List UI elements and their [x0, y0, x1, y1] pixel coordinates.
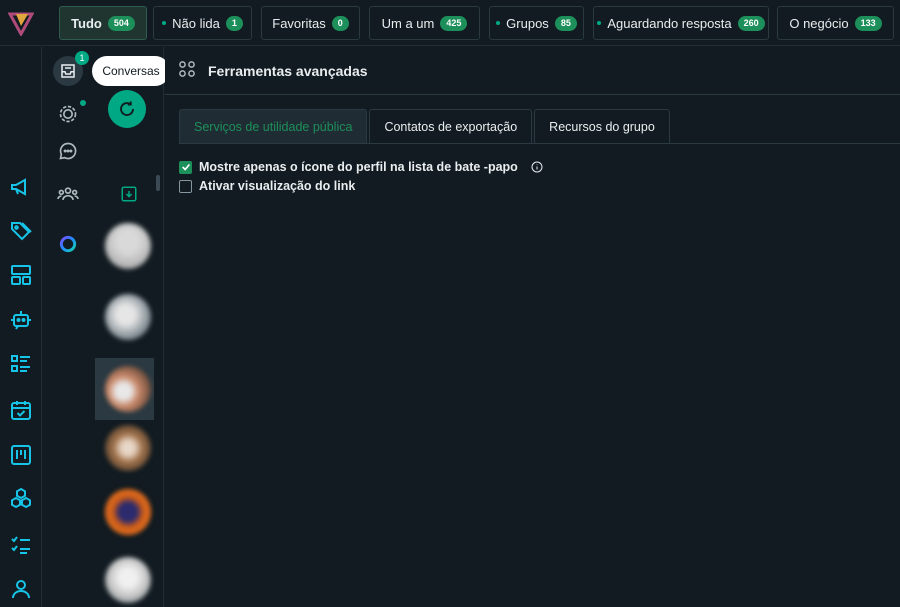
avatar[interactable]	[105, 294, 151, 340]
meta-ai-button[interactable]	[54, 230, 82, 258]
tab-recursos[interactable]: Recursos do grupo	[534, 109, 670, 143]
refresh-icon	[120, 101, 134, 116]
people-icon	[57, 187, 79, 200]
filter-tab-label: Um a um	[381, 15, 435, 31]
filter-tab-label: Não lida	[172, 15, 220, 31]
count-badge: 133	[854, 15, 882, 31]
cubes-icon[interactable]	[9, 487, 33, 511]
info-icon[interactable]	[531, 161, 543, 173]
panel-header: Ferramentas avançadas	[165, 47, 900, 95]
refresh-button[interactable]	[108, 90, 146, 128]
left-rail	[0, 47, 42, 607]
checklist-icon[interactable]	[9, 533, 33, 557]
count-badge: 504	[107, 15, 135, 31]
tab-contatos[interactable]: Contatos de exportação	[369, 109, 533, 143]
calendar-check-icon[interactable]	[9, 398, 33, 422]
check-icon	[181, 163, 190, 171]
filter-tab-aguardando-resposta[interactable]: Aguardando resposta 260	[593, 6, 769, 40]
divider	[179, 143, 900, 144]
main-panel: Ferramentas avançadas Serviços de utilid…	[165, 47, 900, 607]
filter-tab-label: Aguardando resposta	[607, 15, 732, 31]
chat-list	[95, 47, 164, 607]
option-label: Mostre apenas o ícone do perfil na lista…	[199, 160, 518, 174]
status-dot	[80, 100, 86, 106]
list-icon[interactable]	[9, 352, 33, 376]
tab-servicos[interactable]: Serviços de utilidade pública	[179, 109, 368, 143]
grid-icon	[179, 61, 195, 77]
avatar[interactable]	[105, 223, 151, 269]
page-title: Ferramentas avançadas	[208, 63, 368, 79]
filter-tab-label: Grupos	[506, 15, 549, 31]
count-badge: 1	[225, 15, 243, 31]
avatar[interactable]	[105, 557, 151, 603]
status-dot	[597, 21, 602, 25]
filter-tab-grupos[interactable]: Grupos 85	[489, 6, 584, 40]
settings-tabs: Serviços de utilidade pública Contatos d…	[179, 109, 670, 143]
filter-tab-label: Favoritas	[272, 15, 326, 31]
option-link-preview[interactable]: Ativar visualização do link	[179, 179, 355, 193]
megaphone-icon[interactable]	[9, 175, 33, 199]
tooltip: Conversas	[92, 56, 170, 86]
bot-icon[interactable]	[9, 308, 33, 332]
count-badge: 260	[737, 15, 765, 31]
section-nav: 1	[43, 47, 95, 607]
filter-tab-label: O negócio	[789, 15, 849, 31]
notification-badge: 1	[75, 51, 89, 65]
filter-tab-o-negocio[interactable]: O negócio 133	[777, 6, 894, 40]
user-icon[interactable]	[9, 577, 33, 601]
option-label: Ativar visualização do link	[199, 179, 356, 193]
option-profile-icon[interactable]: Mostre apenas o ícone do perfil na lista…	[179, 160, 543, 174]
filter-tab-nao-lida[interactable]: Não lida 1	[153, 6, 252, 40]
filter-tab-tudo[interactable]: Tudo 504	[59, 6, 147, 40]
status-icon	[59, 105, 77, 123]
count-badge: 85	[554, 15, 577, 31]
status-dot	[162, 21, 167, 25]
avatar[interactable]	[105, 366, 151, 412]
count-badge: 0	[331, 15, 349, 31]
archive-icon[interactable]	[120, 185, 138, 203]
channels-button[interactable]	[54, 137, 82, 165]
app-logo	[8, 12, 34, 36]
filter-bar: Tudo 504 Não lida 1 Favoritas 0 Um a um …	[0, 0, 900, 46]
status-button[interactable]	[54, 100, 86, 128]
checkbox-unchecked[interactable]	[179, 179, 192, 193]
avatar[interactable]	[105, 489, 151, 535]
kanban-icon[interactable]	[9, 443, 33, 467]
filter-tab-label: Tudo	[71, 15, 102, 31]
tags-icon[interactable]	[9, 219, 33, 243]
chat-bubble-icon	[59, 142, 77, 160]
status-dot	[496, 21, 501, 25]
conversations-button[interactable]: 1	[53, 51, 89, 86]
communities-button[interactable]	[54, 180, 82, 208]
filter-tab-favoritas[interactable]: Favoritas 0	[261, 6, 360, 40]
scrollbar[interactable]	[156, 175, 160, 191]
inbox-icon	[61, 64, 75, 78]
count-badge: 425	[440, 15, 468, 31]
avatar[interactable]	[105, 425, 151, 471]
filter-tab-um-a-um[interactable]: Um a um 425	[369, 6, 480, 40]
ai-ring-icon	[59, 235, 77, 253]
layout-icon[interactable]	[9, 263, 33, 287]
app-window: Tudo 504 Não lida 1 Favoritas 0 Um a um …	[0, 0, 900, 607]
checkbox-checked[interactable]	[179, 160, 192, 174]
